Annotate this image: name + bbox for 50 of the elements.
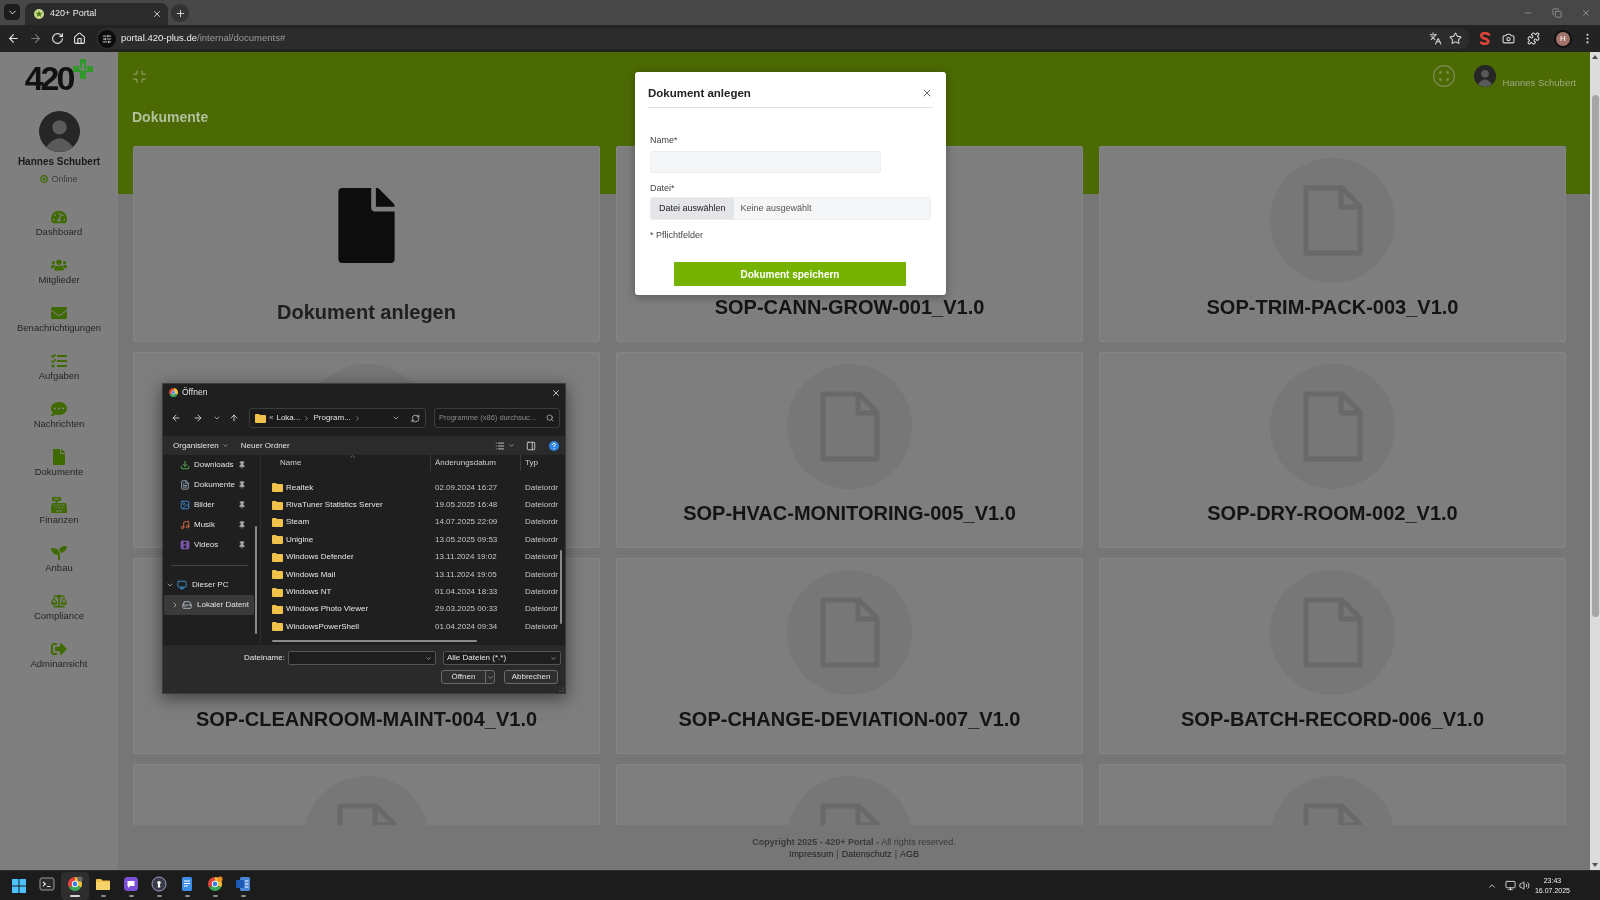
card-title: SOP-TRIM-PACK-003_V1.0 xyxy=(1206,295,1459,319)
dialog-title: Dokument anlegen xyxy=(648,86,751,101)
file-type: Dateiordr xyxy=(524,586,558,599)
file-date: 13.05.2025 09:53 xyxy=(434,533,499,546)
file-type: Dateiordr xyxy=(524,551,558,564)
card-title: Dokument anlegen xyxy=(277,300,456,324)
file-date: 02.09.2024 16:27 xyxy=(434,481,499,494)
file-type: Dateiordr xyxy=(524,481,558,494)
file-date: 14.07.2025 22:09 xyxy=(434,516,499,529)
file-name: Unigine xyxy=(286,533,314,546)
file-name: WindowsPowerShell xyxy=(286,620,359,633)
url-text: portal.420-plus.de/internal/documents# xyxy=(121,31,286,46)
file-name: Realtek xyxy=(286,481,314,494)
card-title: SOP-CLEANROOM-MAINT-004_V1.0 xyxy=(195,707,538,731)
field-label: Datei* xyxy=(650,182,675,194)
file-name: Windows Defender xyxy=(286,551,354,564)
file-date: 01.04.2024 18:33 xyxy=(434,586,499,599)
file-name: RivaTuner Statistics Server xyxy=(286,499,383,512)
card-title: SOP-CANN-GROW-001_V1.0 xyxy=(714,295,985,319)
file-date: 19.05.2025 16:48 xyxy=(434,499,499,512)
file-type: Dateiordr xyxy=(524,533,558,546)
file-name: Steam xyxy=(286,516,310,529)
user-name: Hannes Schubert xyxy=(17,155,101,169)
link-separator: | xyxy=(894,847,898,860)
dialog-title: Öffnen xyxy=(182,386,208,399)
file-type: Dateiordr xyxy=(524,499,558,512)
file-name: Windows Mail xyxy=(286,568,336,581)
path-overflow: « xyxy=(269,412,274,424)
file-date: 01.04.2024 09:34 xyxy=(434,620,499,633)
file-name: Windows Photo Viewer xyxy=(286,603,369,616)
file-name: Windows NT xyxy=(286,586,332,599)
file-type: Dateiordr xyxy=(524,568,558,581)
logo-text: 420 xyxy=(24,61,73,95)
file-status: Keine ausgewählt xyxy=(740,201,812,215)
file-type: Dateiordr xyxy=(524,620,558,633)
card-title: SOP-BATCH-RECORD-006_V1.0 xyxy=(1181,707,1484,731)
file-type: Dateiordr xyxy=(524,603,558,616)
card-title: SOP-HVAC-MONITORING-005_V1.0 xyxy=(683,501,1016,525)
user-status: Online xyxy=(51,173,78,186)
card-title: SOP-CHANGE-DEVIATION-007_V1.0 xyxy=(678,707,1021,731)
link-separator: | xyxy=(836,847,839,860)
file-type: Dateiordr xyxy=(524,516,558,529)
file-date: 13.11.2024 19:05 xyxy=(434,568,498,581)
field-label: Name* xyxy=(650,134,678,146)
required-note: * Pflichtfelder xyxy=(650,229,704,241)
field-label: Dateiname: xyxy=(244,652,285,664)
card-title: SOP-DRY-ROOM-002_V1.0 xyxy=(1207,501,1458,525)
file-date: 29.03.2025 00:33 xyxy=(434,603,499,616)
file-date: 13.11.2024 19:02 xyxy=(434,551,498,564)
page-title: Dokumente xyxy=(132,107,209,127)
